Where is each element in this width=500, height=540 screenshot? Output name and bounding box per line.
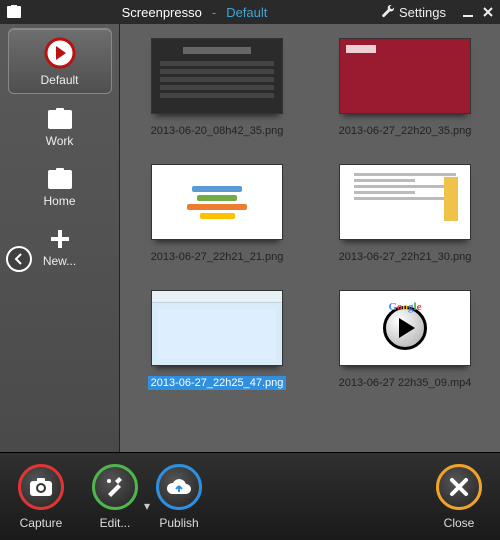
thumbnail-item[interactable]: 2013-06-27_22h21_21.png (132, 164, 302, 264)
sidebar-item-work[interactable]: Work (8, 100, 112, 154)
edit-button[interactable]: Edit... (92, 464, 138, 530)
collapse-sidebar-button[interactable] (6, 246, 32, 272)
sidebar-item-label: Work (46, 134, 74, 148)
thumbnail-grid: 2013-06-20_08h42_35.png 2013-06-27_22h20… (120, 24, 500, 452)
settings-button[interactable]: Settings (381, 5, 446, 20)
cloud-upload-icon (166, 478, 192, 496)
app-title: Screenpresso (122, 5, 202, 20)
app-icon (6, 5, 22, 19)
thumbnail-item[interactable]: Google 2013-06-27 22h35_09.mp4 (320, 290, 490, 390)
thumbnail-filename: 2013-06-27_22h21_30.png (336, 250, 475, 264)
capture-button[interactable]: Capture (18, 464, 64, 530)
folder-icon (47, 108, 73, 130)
sidebar-item-label: Default (40, 73, 78, 87)
settings-label: Settings (399, 5, 446, 20)
thumbnail-item[interactable]: 2013-06-27_22h21_30.png (320, 164, 490, 264)
thumbnail-item[interactable]: 2013-06-27_22h25_47.png (132, 290, 302, 390)
tools-icon (104, 476, 126, 498)
publish-label: Publish (159, 516, 198, 530)
sidebar-item-label: Home (43, 194, 75, 208)
sidebar-item-home[interactable]: Home (8, 160, 112, 214)
plus-icon (49, 228, 71, 250)
thumbnail-filename: 2013-06-27_22h20_35.png (336, 124, 475, 138)
thumbnail-filename: 2013-06-27 22h35_09.mp4 (336, 376, 475, 390)
wrench-icon (381, 5, 395, 19)
close-icon (449, 477, 469, 497)
capture-label: Capture (20, 516, 63, 530)
thumbnail-filename: 2013-06-27_22h21_21.png (148, 250, 287, 264)
sidebar-item-default[interactable]: Default (8, 28, 112, 94)
titlebar: Screenpresso - Default Settings (0, 0, 500, 24)
thumbnail-filename: 2013-06-20_08h42_35.png (148, 124, 287, 138)
thumbnail-filename: 2013-06-27_22h25_47.png (148, 376, 287, 390)
thumbnail-item[interactable]: 2013-06-27_22h20_35.png (320, 38, 490, 138)
edit-label: Edit... (100, 516, 131, 530)
bottom-toolbar: Capture Edit... ▾ Publish Close (0, 452, 500, 540)
close-window-button[interactable] (482, 6, 494, 18)
main-area: Default Work Home New... (0, 24, 500, 452)
chevron-left-icon (14, 253, 24, 265)
thumbnail-item[interactable]: 2013-06-20_08h42_35.png (132, 38, 302, 138)
workspace-name: Default (226, 5, 267, 20)
caret-down-icon: ▾ (144, 499, 150, 513)
edit-dropdown-button[interactable]: ▾ (144, 481, 150, 513)
camera-icon (29, 477, 53, 497)
workspace-sidebar: Default Work Home New... (0, 24, 120, 452)
sidebar-item-label: New... (43, 254, 76, 268)
close-button[interactable]: Close (436, 464, 482, 530)
publish-button[interactable]: Publish (156, 464, 202, 530)
close-label: Close (444, 516, 475, 530)
screenpresso-logo-icon (44, 37, 76, 69)
title-separator: - (208, 5, 220, 20)
folder-icon (47, 168, 73, 190)
minimize-button[interactable] (462, 6, 474, 18)
